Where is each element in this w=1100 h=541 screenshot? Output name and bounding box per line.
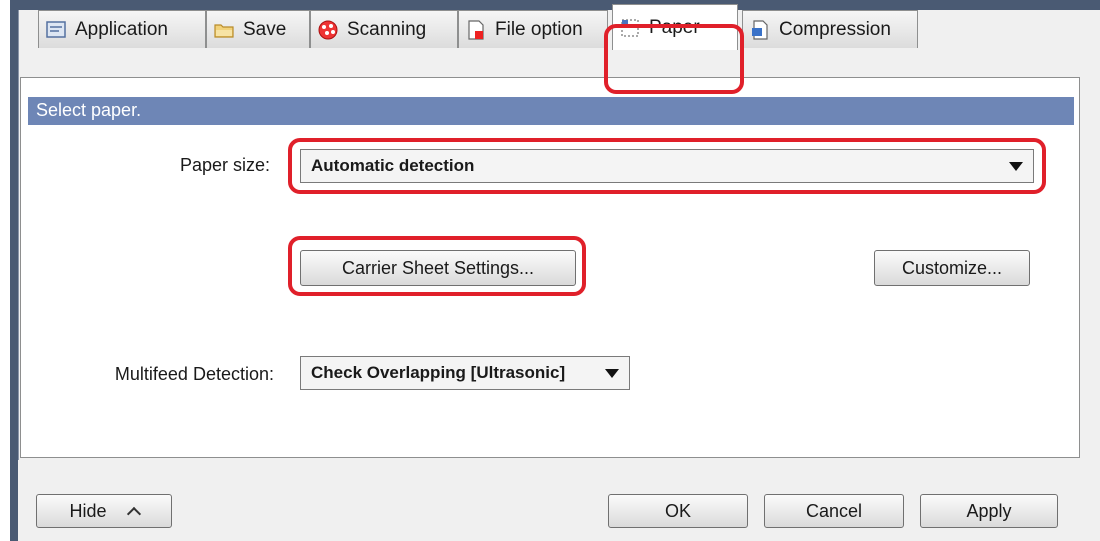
dropdown-arrow-icon xyxy=(1009,162,1023,171)
multifeed-detection-value: Check Overlapping [Ultrasonic] xyxy=(311,363,566,382)
panel-header: Select paper. xyxy=(28,97,1074,125)
carrier-sheet-settings-button[interactable]: Carrier Sheet Settings... xyxy=(300,250,576,286)
tab-scanning-label: Scanning xyxy=(347,18,427,40)
scanning-icon xyxy=(317,19,339,41)
paper-size-label: Paper size: xyxy=(179,155,270,175)
tab-application[interactable]: Application xyxy=(38,10,206,48)
tab-file-option[interactable]: File option xyxy=(458,10,608,48)
tab-scanning[interactable]: Scanning xyxy=(310,10,458,48)
compression-icon xyxy=(749,19,771,41)
paper-size-value: Automatic detection xyxy=(311,156,475,175)
paper-size-dropdown[interactable]: Automatic detection xyxy=(300,149,1034,183)
ok-button[interactable]: OK xyxy=(608,494,748,528)
tab-file-option-label: File option xyxy=(495,18,583,40)
customize-button[interactable]: Customize... xyxy=(874,250,1030,286)
file-option-icon xyxy=(465,19,487,41)
paper-icon xyxy=(619,17,641,39)
cancel-button[interactable]: Cancel xyxy=(764,494,904,528)
tab-save-label: Save xyxy=(243,18,287,40)
tab-compression[interactable]: Compression xyxy=(742,10,918,48)
multifeed-detection-label: Multifeed Detection: xyxy=(114,364,274,384)
tab-paper-label: Paper xyxy=(649,16,700,38)
scan-settings-window: Application Save Scanning File option Pa… xyxy=(0,0,1100,541)
folder-icon xyxy=(213,19,235,41)
tab-save[interactable]: Save xyxy=(206,10,310,48)
apply-button[interactable]: Apply xyxy=(920,494,1058,528)
dropdown-arrow-icon xyxy=(605,369,619,378)
multifeed-detection-dropdown[interactable]: Check Overlapping [Ultrasonic] xyxy=(300,356,630,390)
chevron-up-icon xyxy=(126,506,141,522)
hide-button-label: Hide xyxy=(69,500,107,521)
hide-button[interactable]: Hide xyxy=(36,494,172,528)
application-icon xyxy=(45,19,67,41)
tab-compression-label: Compression xyxy=(779,18,891,40)
tab-application-label: Application xyxy=(75,18,168,40)
tab-paper[interactable]: Paper xyxy=(612,4,738,50)
